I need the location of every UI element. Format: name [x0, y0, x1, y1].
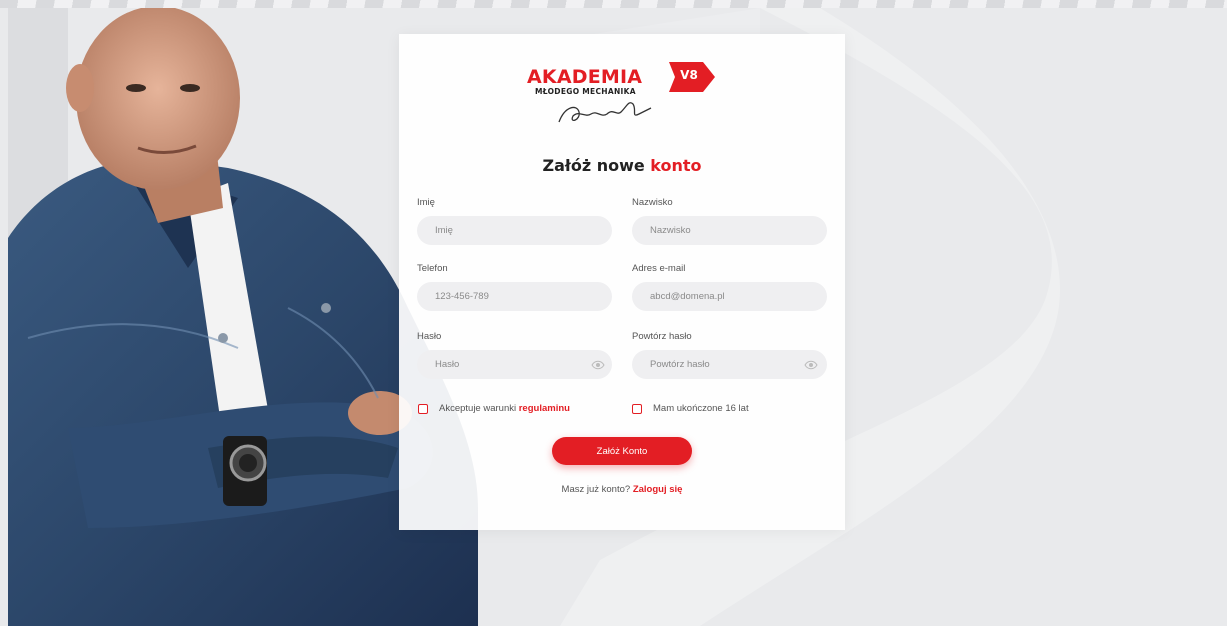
eye-icon[interactable]	[591, 360, 605, 370]
login-link[interactable]: Zaloguj się	[633, 484, 683, 495]
login-prompt: Masz już konto? Zaloguj się	[399, 484, 845, 495]
phone-input[interactable]	[417, 282, 612, 311]
brand-subtitle: MŁODEGO MECHANIKA	[535, 87, 636, 96]
email-label: Adres e-mail	[632, 263, 686, 274]
age-label: Mam ukończone 16 lat	[653, 403, 749, 414]
brand-title: AKADEMIA	[527, 66, 643, 88]
password-input[interactable]	[417, 350, 612, 379]
signature-icon	[558, 102, 652, 123]
password-label: Hasło	[417, 331, 442, 342]
first-name-label: Imię	[417, 197, 435, 208]
page-title: Załóż nowe konto	[399, 156, 845, 175]
first-name-input[interactable]	[417, 216, 612, 245]
terms-text: Akceptuje warunki	[439, 403, 519, 414]
email-input[interactable]	[632, 282, 827, 311]
age-checkbox[interactable]	[632, 404, 642, 414]
registration-card: AKADEMIA MŁODEGO MECHANIKA V8 Załóż nowe…	[399, 34, 845, 530]
brand-badge-text: V8	[680, 68, 698, 82]
terms-link[interactable]: regulaminu	[519, 403, 570, 414]
eye-icon[interactable]	[804, 360, 818, 370]
last-name-input[interactable]	[632, 216, 827, 245]
login-prompt-text: Masz już konto?	[561, 484, 633, 495]
password-repeat-input[interactable]	[632, 350, 827, 379]
create-account-button[interactable]: Załóż Konto	[552, 437, 692, 465]
password-repeat-label: Powtórz hasło	[632, 331, 692, 342]
page-title-main: Załóż nowe	[542, 156, 651, 175]
page-title-accent: konto	[650, 156, 702, 175]
terms-checkbox[interactable]	[418, 404, 428, 414]
brand-logo: AKADEMIA MŁODEGO MECHANIKA V8	[399, 56, 845, 136]
last-name-label: Nazwisko	[632, 197, 673, 208]
terms-label: Akceptuje warunki regulaminu	[439, 403, 570, 414]
phone-label: Telefon	[417, 263, 448, 274]
